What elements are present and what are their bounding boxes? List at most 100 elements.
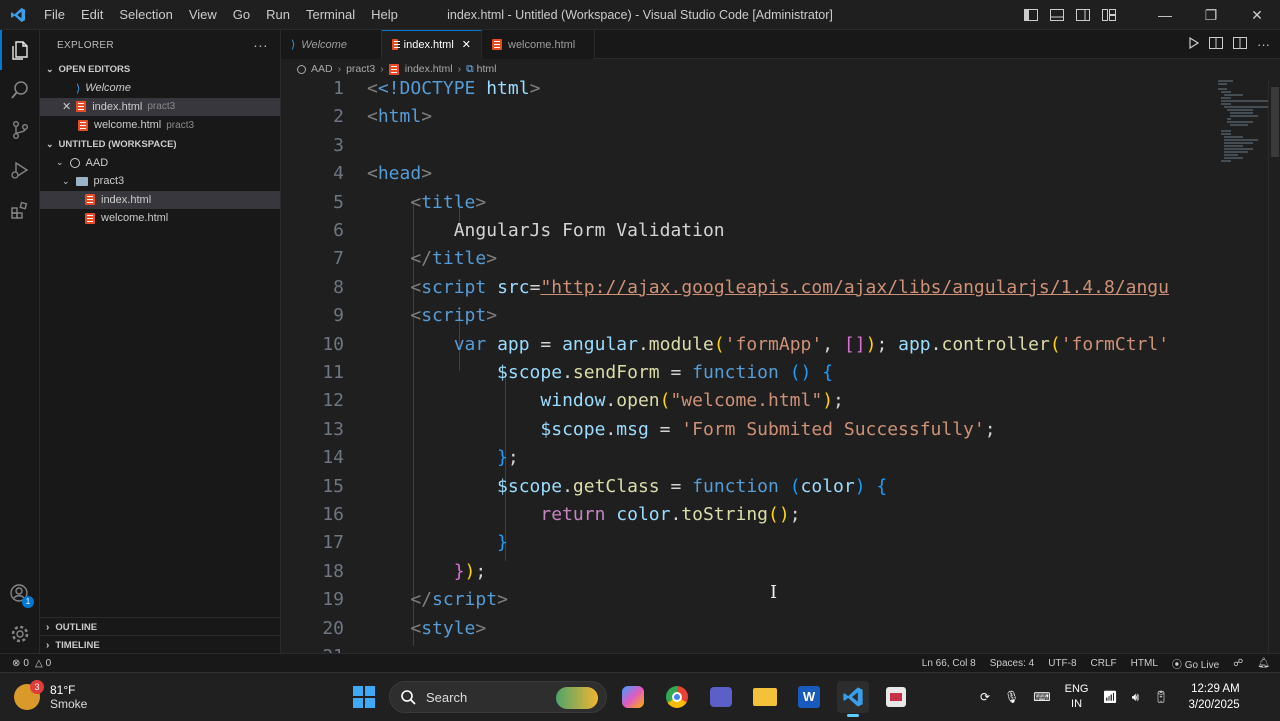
language-mode[interactable]: HTML bbox=[1131, 658, 1158, 669]
extensions-icon[interactable] bbox=[0, 190, 40, 230]
taskbar-search-box[interactable]: Search bbox=[389, 681, 607, 713]
menu-file[interactable]: File bbox=[36, 0, 73, 30]
line-number: 15 bbox=[322, 475, 344, 497]
code-line: <html> bbox=[367, 106, 433, 128]
volume-icon[interactable]: 🔊︎ bbox=[1132, 690, 1140, 705]
tab-welcome[interactable]: ⟩ Welcome bbox=[281, 30, 382, 59]
code-line: AngularJs Form Validation bbox=[453, 220, 725, 241]
breadcrumb-aad[interactable]: AAD bbox=[311, 63, 333, 75]
open-editor-welcome-html[interactable]: welcome.html pract3 bbox=[40, 116, 280, 135]
notifications-bell-icon[interactable]: 🔔︎ bbox=[1257, 658, 1270, 669]
menu-go[interactable]: Go bbox=[225, 0, 258, 30]
keyboard-icon[interactable]: ⌨ bbox=[1033, 690, 1050, 704]
open-editor-welcome[interactable]: ⟩ Welcome bbox=[40, 79, 280, 98]
minimap[interactable] bbox=[1213, 79, 1268, 653]
html-file-icon bbox=[492, 39, 502, 50]
wifi-icon[interactable]: 📶︎ bbox=[1102, 690, 1117, 704]
menu-view[interactable]: View bbox=[181, 0, 225, 30]
line-number: 20 bbox=[322, 617, 344, 639]
source-control-icon[interactable] bbox=[0, 110, 40, 150]
encoding[interactable]: UTF-8 bbox=[1048, 658, 1076, 669]
manage-gear-icon[interactable] bbox=[0, 614, 40, 654]
customize-layout-icon[interactable] bbox=[1096, 0, 1122, 30]
run-file-icon[interactable] bbox=[1187, 36, 1200, 54]
end-of-line[interactable]: CRLF bbox=[1091, 658, 1117, 669]
toggle-primary-sidebar-icon[interactable] bbox=[1018, 0, 1044, 30]
toggle-secondary-sidebar-icon[interactable] bbox=[1070, 0, 1096, 30]
open-preview-icon[interactable] bbox=[1209, 36, 1223, 54]
chrome-icon[interactable] bbox=[661, 681, 693, 713]
minimize-button[interactable]: — bbox=[1142, 0, 1188, 30]
word-icon[interactable]: W bbox=[793, 681, 825, 713]
close-tab-icon[interactable]: ✕ bbox=[462, 38, 471, 51]
file-explorer-icon[interactable] bbox=[749, 681, 781, 713]
search-highlight-icon bbox=[556, 687, 598, 709]
code-editor[interactable]: 1 <<!DOCTYPE html> 2 <html> 3 4 <head> 5 <t… bbox=[281, 79, 1213, 653]
menu-edit[interactable]: Edit bbox=[73, 0, 111, 30]
vscode-taskbar-icon[interactable] bbox=[837, 681, 869, 717]
line-number: 2 bbox=[333, 106, 344, 128]
start-button-icon[interactable] bbox=[348, 681, 380, 713]
vertical-scrollbar[interactable] bbox=[1268, 79, 1280, 653]
close-editor-icon[interactable]: ✕ bbox=[62, 100, 71, 113]
workspace-section[interactable]: ⌄ UNTITLED (WORKSPACE) bbox=[40, 135, 280, 154]
snipping-tool-icon[interactable] bbox=[880, 681, 912, 713]
tree-root-aad[interactable]: ⌄ AAD bbox=[40, 154, 280, 173]
root-folder-icon bbox=[69, 157, 80, 168]
indentation[interactable]: Spaces: 4 bbox=[990, 658, 1034, 669]
tree-folder-pract3[interactable]: ⌄ pract3 bbox=[40, 172, 280, 191]
editor-tabs: ⟩ Welcome index.html ✕ welcome.html ··· bbox=[281, 30, 1280, 59]
menu-selection[interactable]: Selection bbox=[111, 0, 180, 30]
tree-file-welcome-html[interactable]: welcome.html bbox=[40, 209, 280, 228]
explorer-sidebar: EXPLORER ··· ⌄ OPEN EDITORS ⟩ Welcome ✕ … bbox=[40, 30, 281, 653]
teams-icon[interactable] bbox=[705, 681, 737, 713]
copilot-icon[interactable] bbox=[617, 681, 649, 713]
error-icon: ⊗ bbox=[12, 657, 21, 669]
open-editors-section[interactable]: ⌄ OPEN EDITORS bbox=[40, 60, 280, 79]
tree-file-index-html[interactable]: index.html bbox=[40, 190, 280, 209]
menu-run[interactable]: Run bbox=[258, 0, 298, 30]
line-number: 14 bbox=[322, 447, 344, 469]
more-actions-icon[interactable]: ··· bbox=[253, 37, 268, 53]
outline-section[interactable]: › OUTLINE bbox=[40, 617, 280, 636]
weather-widget[interactable]: 3 81°F Smoke bbox=[14, 679, 87, 715]
toggle-panel-icon[interactable] bbox=[1044, 0, 1070, 30]
vscode-logo-icon[interactable] bbox=[0, 0, 36, 30]
tab-welcome-html[interactable]: welcome.html bbox=[482, 30, 595, 59]
maximize-button[interactable]: ❐ bbox=[1188, 0, 1234, 30]
split-editor-icon[interactable] bbox=[1233, 36, 1247, 54]
feedback-icon[interactable]: ☍ bbox=[1233, 658, 1243, 669]
open-editor-index-html[interactable]: ✕ index.html pract3 bbox=[40, 97, 280, 116]
explorer-title: EXPLORER bbox=[57, 39, 114, 51]
breadcrumb-html[interactable]: html bbox=[477, 63, 497, 75]
code-line: <style> bbox=[410, 617, 487, 639]
tab-index-html[interactable]: index.html ✕ bbox=[382, 30, 482, 59]
search-icon bbox=[401, 690, 416, 705]
line-number: 9 bbox=[333, 305, 344, 327]
run-debug-icon[interactable] bbox=[0, 150, 40, 190]
language-indicator[interactable]: ENG IN bbox=[1065, 682, 1089, 712]
line-number: 17 bbox=[322, 532, 344, 554]
close-window-button[interactable]: ✕ bbox=[1234, 0, 1280, 30]
clock[interactable]: 12:29 AM 3/20/2025 bbox=[1189, 681, 1240, 713]
line-number: 10 bbox=[322, 333, 344, 355]
breadcrumb-index-html[interactable]: index.html bbox=[405, 63, 453, 75]
microphone-icon[interactable]: 🎙︎ bbox=[1004, 690, 1019, 704]
go-live-button[interactable]: ⦿ Go Live bbox=[1172, 656, 1219, 671]
search-icon[interactable] bbox=[0, 70, 40, 110]
line-number: 11 bbox=[322, 362, 344, 383]
html-file-icon bbox=[388, 63, 399, 75]
explorer-icon[interactable] bbox=[0, 30, 40, 70]
more-editor-actions-icon[interactable]: ··· bbox=[1257, 37, 1270, 52]
battery-icon[interactable]: 🔋︎ bbox=[1153, 690, 1168, 704]
tab-label: welcome.html bbox=[508, 38, 576, 51]
menu-help[interactable]: Help bbox=[363, 0, 406, 30]
accounts-icon[interactable]: 1 bbox=[0, 574, 40, 614]
cursor-position[interactable]: Ln 66, Col 8 bbox=[922, 658, 976, 669]
breadcrumb-pract3[interactable]: pract3 bbox=[346, 63, 375, 75]
menu-terminal[interactable]: Terminal bbox=[298, 0, 363, 30]
scrollbar-thumb[interactable] bbox=[1271, 87, 1279, 157]
sync-icon[interactable]: ⟳ bbox=[980, 690, 990, 704]
problems-indicator[interactable]: ⊗ 0 △ 0 bbox=[12, 658, 51, 669]
timeline-section[interactable]: › TIMELINE bbox=[40, 635, 280, 654]
